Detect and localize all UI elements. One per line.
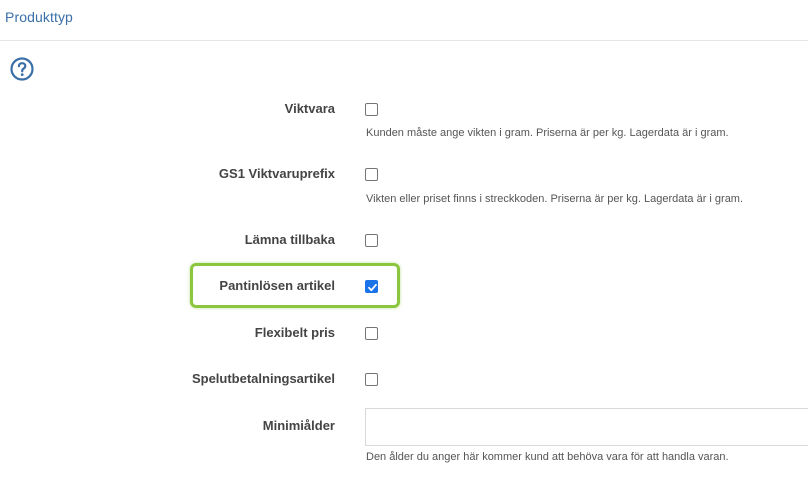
viktvara-checkbox[interactable] bbox=[365, 103, 378, 116]
spelutbetalning-label: Spelutbetalningsartikel bbox=[191, 371, 335, 386]
gs1-help-text: Vikten eller priset finns i streckkoden.… bbox=[366, 193, 744, 205]
flexibelt-pris-label: Flexibelt pris bbox=[254, 325, 335, 340]
checkmark-icon bbox=[368, 283, 377, 292]
minimialder-label: Minimiålder bbox=[262, 418, 335, 433]
viktvara-label: Viktvara bbox=[284, 101, 335, 116]
viktvara-help-text: Kunden måste ange vikten i gram. Prisern… bbox=[366, 127, 729, 139]
minimialder-input[interactable] bbox=[365, 408, 808, 446]
gs1-label: GS1 Viktvaruprefix bbox=[218, 166, 335, 181]
gs1-checkbox[interactable] bbox=[365, 168, 378, 181]
lamna-tillbaka-label: Lämna tillbaka bbox=[244, 232, 335, 247]
panel-header: Produkttyp bbox=[0, 0, 808, 41]
spelutbetalning-checkbox[interactable] bbox=[365, 373, 378, 386]
lamna-tillbaka-checkbox[interactable] bbox=[365, 234, 378, 247]
pantinlosen-label: Pantinlösen artikel bbox=[219, 278, 335, 293]
minimialder-help-text: Den ålder du anger här kommer kund att b… bbox=[366, 451, 729, 463]
product-type-panel: Produkttyp Viktvara Kunden måste ange vi… bbox=[0, 0, 808, 483]
flexibelt-pris-checkbox[interactable] bbox=[365, 327, 378, 340]
panel-title: Produkttyp bbox=[5, 9, 73, 25]
question-circle-icon[interactable] bbox=[10, 57, 34, 81]
pantinlosen-checkbox[interactable] bbox=[365, 280, 378, 293]
